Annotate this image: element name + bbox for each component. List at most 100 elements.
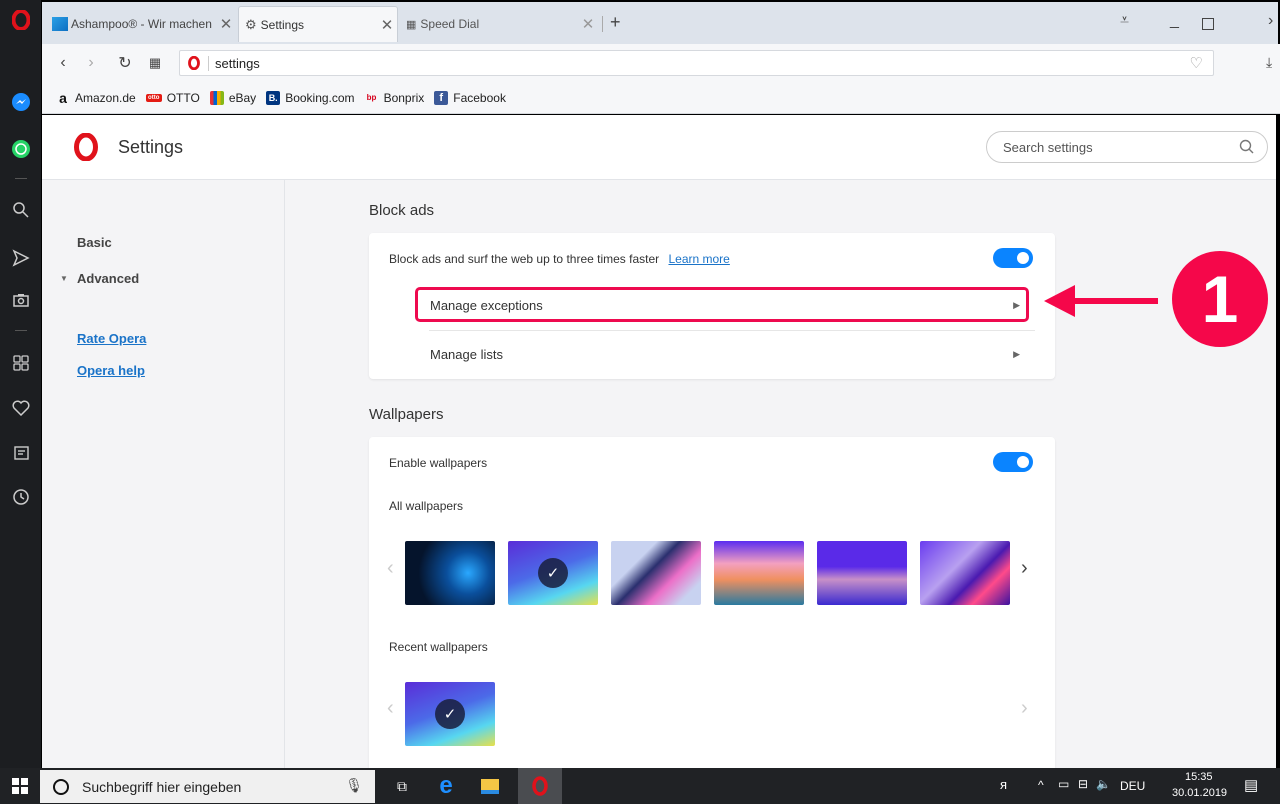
address-bar-row: ‹ › ↻ ▦ settings ♡ ⤓: [42, 44, 1280, 82]
clock-date[interactable]: 30.01.2019: [1172, 787, 1227, 799]
opera-sidebar: [0, 0, 42, 768]
wallpapers-section-title: Wallpapers: [369, 406, 444, 423]
bookmark-booking[interactable]: B. Booking.com: [266, 90, 355, 105]
carousel-next-icon[interactable]: ›: [1021, 557, 1028, 580]
search-icon[interactable]: [0, 195, 42, 225]
wallpaper-thumb-abstract-selected[interactable]: ✓: [508, 541, 598, 605]
annotation-step-badge: 1: [1172, 251, 1268, 347]
tab-settings[interactable]: ⚙ Settings ✕: [238, 6, 398, 42]
search-settings-input[interactable]: Search settings: [986, 131, 1268, 163]
news-icon[interactable]: [0, 438, 42, 468]
opera-taskbar-icon[interactable]: [518, 768, 562, 804]
bonprix-icon: bp: [366, 93, 377, 102]
url-input[interactable]: settings ♡: [179, 50, 1214, 76]
minimize-button[interactable]: _: [1170, 12, 1179, 30]
nav-basic[interactable]: Basic: [77, 235, 112, 250]
close-window-button[interactable]: ›: [1268, 12, 1273, 30]
opera-logo-icon: [188, 56, 200, 70]
edge-icon[interactable]: e: [424, 768, 468, 804]
recent-prev-icon[interactable]: ‹: [387, 697, 394, 720]
bookmark-heart-icon[interactable]: ♡: [1190, 54, 1203, 72]
network-icon[interactable]: ⊟: [1078, 777, 1088, 791]
block-ads-description: Block ads and surf the web up to three t…: [389, 252, 730, 266]
ashampoo-icon: [52, 17, 68, 31]
back-button[interactable]: ‹: [52, 52, 74, 74]
block-ads-toggle[interactable]: [993, 248, 1033, 268]
speed-dial-icon: ▦: [406, 18, 417, 31]
facebook-icon: f: [434, 90, 449, 105]
maximize-button[interactable]: [1202, 18, 1214, 30]
microphone-icon[interactable]: 🎙: [345, 777, 363, 794]
checkmark-icon: ✓: [538, 558, 568, 588]
settings-nav: Basic ▼ Advanced Rate Opera Opera help: [42, 180, 285, 768]
people-icon[interactable]: ᴙ: [1000, 777, 1007, 792]
carousel-prev-icon[interactable]: ‹: [387, 557, 394, 580]
recent-wallpapers-label: Recent wallpapers: [389, 640, 488, 654]
tab-speed-dial[interactable]: ▦ Speed Dial ✕: [400, 6, 598, 42]
sidebar-separator: [15, 178, 27, 179]
recent-next-icon[interactable]: ›: [1021, 697, 1028, 720]
language-indicator[interactable]: DEU: [1120, 779, 1145, 793]
nav-advanced[interactable]: Advanced: [77, 271, 139, 286]
wallpapers-card: Enable wallpapers All wallpapers ‹ ✓ › R…: [369, 437, 1055, 768]
clock-time[interactable]: 15:35: [1185, 771, 1213, 783]
opera-help-link[interactable]: Opera help: [77, 363, 145, 378]
divider: [429, 330, 1035, 331]
amazon-icon: a: [59, 89, 67, 106]
speed-dial-button[interactable]: ▦: [144, 52, 166, 74]
whatsapp-icon[interactable]: [0, 134, 42, 164]
block-ads-section-title: Block ads: [369, 202, 435, 219]
wallpaper-thumb-windows[interactable]: [405, 541, 495, 605]
manage-lists-row[interactable]: Manage lists ▶: [414, 332, 1034, 376]
bookmark-otto[interactable]: otto OTTO: [145, 91, 200, 105]
bookmark-amazon[interactable]: a Amazon.de: [56, 89, 136, 106]
cortana-icon: [53, 779, 69, 795]
wallpaper-thumb-purple-mountains[interactable]: [817, 541, 907, 605]
heart-icon[interactable]: [0, 393, 42, 423]
bookmark-bonprix[interactable]: bp Bonprix: [365, 91, 425, 105]
file-explorer-icon[interactable]: [468, 768, 512, 804]
settings-page: Settings Search settings Basic ▼ Advance…: [42, 115, 1278, 768]
bookmarks-bar: a Amazon.de otto OTTO eBay B. Booking.co…: [42, 82, 1280, 114]
speed-dial-icon[interactable]: [0, 348, 42, 378]
wallpaper-thumb-gradient-wave[interactable]: [714, 541, 804, 605]
new-tab-button[interactable]: +: [610, 12, 621, 33]
tab-ashampoo[interactable]: Ashampoo® - Wir machen ✕: [46, 6, 236, 42]
wallpapers-toggle[interactable]: [993, 452, 1033, 472]
tab-separator: [602, 16, 603, 32]
close-tab-icon[interactable]: ✕: [578, 15, 598, 33]
send-icon[interactable]: [0, 243, 42, 273]
windows-start-icon[interactable]: [0, 768, 40, 804]
volume-icon[interactable]: 🔈: [1096, 777, 1111, 791]
windows-taskbar: Suchbegriff hier eingeben 🎙 ⧉ e ᴙ ^ ▭ ⊟ …: [0, 768, 1280, 804]
close-tab-icon[interactable]: ✕: [377, 16, 397, 34]
wallpaper-thumb-purple-neon[interactable]: [920, 541, 1010, 605]
bookmark-facebook[interactable]: f Facebook: [434, 90, 506, 105]
tab-menu-icon[interactable]: ⩡: [1120, 12, 1129, 30]
battery-icon[interactable]: ▭: [1058, 777, 1069, 791]
forward-button[interactable]: ›: [80, 52, 102, 74]
messenger-icon[interactable]: [0, 87, 42, 117]
notification-center-icon[interactable]: ▤: [1244, 776, 1258, 794]
opera-logo-icon[interactable]: [0, 5, 42, 35]
annotation-highlight-box: [415, 287, 1029, 322]
camera-icon[interactable]: [0, 285, 42, 315]
taskbar-search-input[interactable]: Suchbegriff hier eingeben 🎙: [40, 770, 375, 803]
download-icon[interactable]: ⤓: [1266, 54, 1272, 71]
bookmark-ebay[interactable]: eBay: [209, 90, 256, 105]
learn-more-link[interactable]: Learn more: [668, 252, 729, 266]
wallpaper-thumb-dark-wave[interactable]: [611, 541, 701, 605]
rate-opera-link[interactable]: Rate Opera: [77, 331, 146, 346]
page-title: Settings: [118, 137, 184, 157]
annotation-arrow-icon: [1044, 285, 1158, 317]
task-view-icon[interactable]: ⧉: [380, 768, 424, 804]
close-tab-icon[interactable]: ✕: [216, 15, 236, 33]
reload-button[interactable]: ↻: [114, 52, 136, 74]
search-icon[interactable]: [1239, 139, 1255, 155]
checkmark-icon: ✓: [435, 699, 465, 729]
all-wallpapers-label: All wallpapers: [389, 499, 464, 513]
tray-expand-icon[interactable]: ^: [1038, 778, 1044, 792]
history-icon[interactable]: [0, 482, 42, 512]
recent-wallpaper-thumb[interactable]: ✓: [405, 682, 495, 746]
settings-header: Settings Search settings: [42, 115, 1276, 180]
